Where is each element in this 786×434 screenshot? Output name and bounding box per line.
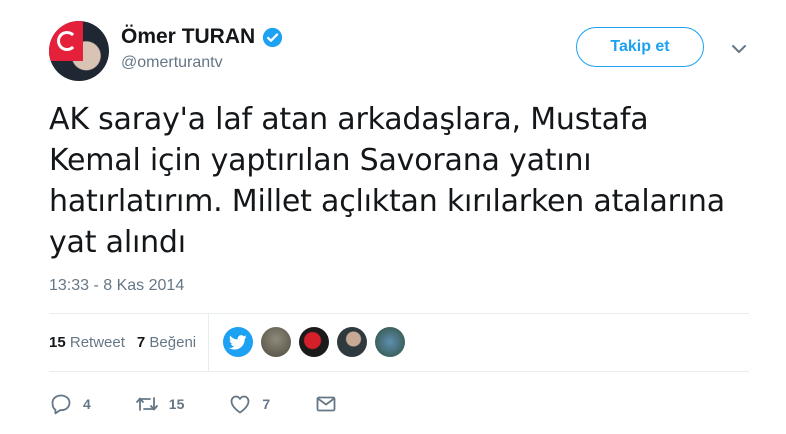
envelope-icon [316,396,336,412]
liker-avatar[interactable] [337,327,368,357]
twitter-bird-icon [229,334,247,350]
like-count: 7 [262,396,271,412]
tweet-actions: 4 15 7 [49,389,382,419]
reply-count: 4 [83,396,91,412]
like-stat-label: Beğeni [149,333,197,351]
retweet-count: 15 [168,396,185,412]
retweet-stat[interactable]: 15 Retweet [49,334,125,351]
verified-badge-icon [263,27,283,47]
retweet-stat-label: Retweet [69,333,125,351]
heart-icon [230,395,250,414]
like-button[interactable]: 7 [228,392,270,416]
like-stat-count: 7 [136,333,146,351]
tweet-line: yat alındı [49,225,186,260]
divider [49,371,749,372]
tweet-stats: 15 Retweet 7 Beğeni [49,313,749,371]
direct-message-button[interactable] [314,392,338,416]
user-handle[interactable]: @omerturantv [121,54,223,72]
liker-avatar[interactable] [261,327,292,357]
name-row[interactable]: Ömer TURAN [121,24,283,50]
tweet-text: AK saray'a laf atan arkadaşlara, Mustafa… [49,99,769,263]
reply-icon [51,394,71,415]
tweet-line: hatırlatırım. Millet açlıktan kırılarken… [49,184,725,219]
liker-avatar[interactable] [223,327,254,357]
flag-graphic [49,21,83,61]
liker-avatar[interactable] [299,327,330,357]
retweet-button[interactable]: 15 [135,392,185,416]
follow-button[interactable]: Takip et [576,27,704,67]
tweet-line: AK saray'a laf atan arkadaşlara, Mustafa [49,102,649,137]
display-name[interactable]: Ömer TURAN [121,25,255,49]
retweet-icon [135,397,158,411]
like-stat[interactable]: 7 Beğeni [137,334,196,351]
stats-separator [208,313,210,371]
chevron-down-icon[interactable] [731,44,747,54]
avatar[interactable] [49,21,109,81]
tweet-line: Kemal için yaptırılan Savorana yatını [49,143,592,178]
liker-avatar[interactable] [375,327,406,357]
reply-button[interactable]: 4 [49,392,91,416]
liker-avatars [223,327,413,357]
tweet-header: Ömer TURAN @omerturantv Takip et [49,18,761,84]
retweet-stat-count: 15 [49,333,66,351]
tweet-timestamp[interactable]: 13:33 - 8 Kas 2014 [49,277,184,295]
